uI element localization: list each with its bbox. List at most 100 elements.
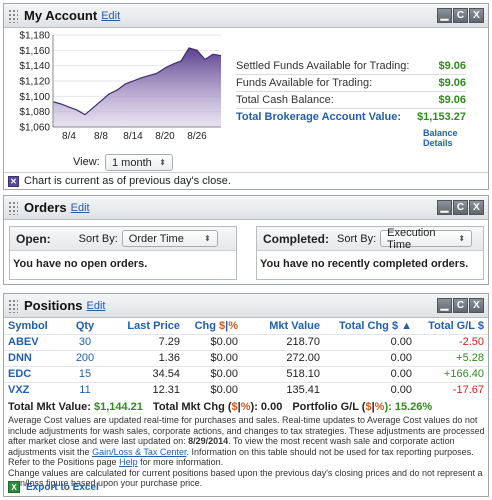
fund-value: $9.06 [438,94,466,106]
account-value-chart: $1,180 $1,160 $1,140 $1,120 $1,100 $1,080 $1,0… [19,31,222,142]
mkt-value: 518.10 [286,368,320,380]
chg-value: $0.00 [210,384,238,397]
completed-orders-sort-value: Execution Time [387,226,436,251]
mkt-value: 272.00 [286,352,320,364]
col-header-total-gl[interactable]: Total G/L $ [416,318,488,334]
my-account-edit-link[interactable]: Edit [101,10,120,22]
open-orders-sort-select[interactable]: Order Time ⬍ [121,230,218,247]
symbol-link[interactable]: VXZ [4,382,62,398]
export-label: Export to Excel [26,481,99,493]
refresh-icon[interactable]: C [453,200,468,215]
orders-panel: Orders Edit ▁ C X Open: Sort By: Order T… [3,195,489,285]
x-tick-label: 8/4 [62,131,76,142]
col-header-last-price[interactable]: Last Price [108,318,184,334]
last-price: 34.54 [152,368,180,380]
open-orders-box: Open: Sort By: Order Time ⬍ You have no … [9,226,237,280]
y-tick-label: $1,060 [19,123,50,134]
balance-details-link[interactable]: Balance Details [423,128,488,148]
total-mkt-chg: Total Mkt Chg ($|%): 0.00 [152,401,283,413]
fund-row-cash: Total Cash Balance: $9.06 [236,94,466,106]
drag-handle-icon[interactable] [8,298,18,313]
chg-label: Chg [194,319,216,332]
positions-disclaimer: Average Cost values are updated real-tim… [8,415,485,488]
col-header-symbol[interactable]: Symbol [4,318,62,334]
fund-row-available: Funds Available for Trading: $9.06 [236,77,466,89]
my-account-header: My Account Edit ▁ C X [4,4,488,28]
select-arrows-icon: ⬍ [458,234,466,243]
col-header-qty[interactable]: Qty [62,318,108,334]
completed-orders-label: Completed: [263,231,329,246]
window-buttons: ▁ C X [437,200,484,215]
symbol-link[interactable]: DNN [4,350,62,366]
minimize-icon[interactable]: ▁ [437,8,452,23]
portfolio-percent-toggle[interactable]: % [375,401,385,413]
symbol-link[interactable]: ABEV [4,334,62,350]
qty-link[interactable]: 11 [62,382,108,398]
positions-help-link[interactable]: Help [119,457,138,467]
gain-loss-tax-center-link[interactable]: Gain/Loss & Tax Center [92,447,186,457]
export-to-excel-link[interactable]: X Export to Excel [8,481,99,493]
positions-title: Positions [24,298,83,313]
y-tick-label: $1,160 [19,46,50,57]
total-gl: +166.40 [443,368,484,380]
total-chg-percent-toggle[interactable]: % [241,401,251,413]
drag-handle-icon[interactable] [8,8,18,23]
refresh-icon[interactable]: C [453,298,468,313]
col-header-mkt-value[interactable]: Mkt Value [242,318,324,334]
last-price: 12.31 [152,384,180,397]
last-price: 7.29 [158,336,180,348]
positions-totals: Total Mkt Value: $1,144.21 Total Mkt Chg… [8,401,432,413]
col-header-total-chg[interactable]: Total Chg $ ▲ [324,318,416,334]
close-icon[interactable]: X [469,8,484,23]
qty-link[interactable]: 30 [62,334,108,350]
portfolio-gl: Portfolio G/L ($|%): 15.26% [292,401,433,413]
minimize-icon[interactable]: ▁ [437,298,452,313]
info-icon: ✕ [8,175,19,187]
x-tick-label: 8/26 [187,131,207,142]
total-gl: -2.50 [458,336,484,348]
table-row: ABEV 30 7.29 $0.00 218.70 0.00 -2.50 [4,334,488,350]
positions-header: Positions Edit ▁ C X [4,294,488,318]
value-area [53,48,221,127]
table-row: DNN 200 1.36 $0.00 272.00 0.00 +5.28 [4,350,488,366]
view-period-value: 1 month [112,156,152,169]
sort-by-label: Sort By: [78,232,118,245]
window-buttons: ▁ C X [437,298,484,313]
x-tick-label: 8/8 [94,131,108,142]
completed-orders-sort-select[interactable]: Execution Time ⬍ [380,227,473,251]
total-chg: 0.00 [390,384,412,397]
chg-value: $0.00 [210,368,238,380]
y-tick-label: $1,180 [19,31,50,42]
fund-row-settled: Settled Funds Available for Trading: $9.… [236,60,466,72]
completed-orders-box: Completed: Sort By: Execution Time ⬍ You… [256,226,484,280]
select-arrows-icon: ⬍ [204,234,211,243]
col-header-chg[interactable]: Chg $|% [184,318,242,334]
total-mkt-value: Total Mkt Value: $1,144.21 [8,401,143,413]
chg-value: $0.00 [210,352,238,364]
total-chg: 0.00 [390,352,412,364]
orders-edit-link[interactable]: Edit [71,202,90,214]
y-tick-label: $1,100 [19,92,50,103]
total-chg: 0.00 [390,336,412,348]
chg-percent-toggle[interactable]: % [228,320,238,332]
positions-edit-link[interactable]: Edit [87,300,106,312]
fund-value: $9.06 [438,77,466,89]
excel-icon: X [8,481,20,493]
close-icon[interactable]: X [469,298,484,313]
positions-panel: Positions Edit ▁ C X Symbol Qty Last Pri… [3,293,489,497]
qty-link[interactable]: 200 [62,350,108,366]
orders-title: Orders [24,200,67,215]
minimize-icon[interactable]: ▁ [437,200,452,215]
symbol-link[interactable]: EDC [4,366,62,382]
refresh-icon[interactable]: C [453,8,468,23]
orders-header: Orders Edit ▁ C X [4,196,488,220]
chart-note-bar: ✕ Chart is current as of previous day's … [4,172,488,189]
sort-by-label: Sort By: [337,232,377,245]
chg-value: $0.00 [210,336,238,348]
total-gl: -17.67 [452,384,484,397]
qty-link[interactable]: 15 [62,366,108,382]
view-period-select[interactable]: 1 month ⬍ [105,154,173,171]
open-orders-sort-value: Order Time [128,232,184,245]
drag-handle-icon[interactable] [8,200,18,215]
close-icon[interactable]: X [469,200,484,215]
